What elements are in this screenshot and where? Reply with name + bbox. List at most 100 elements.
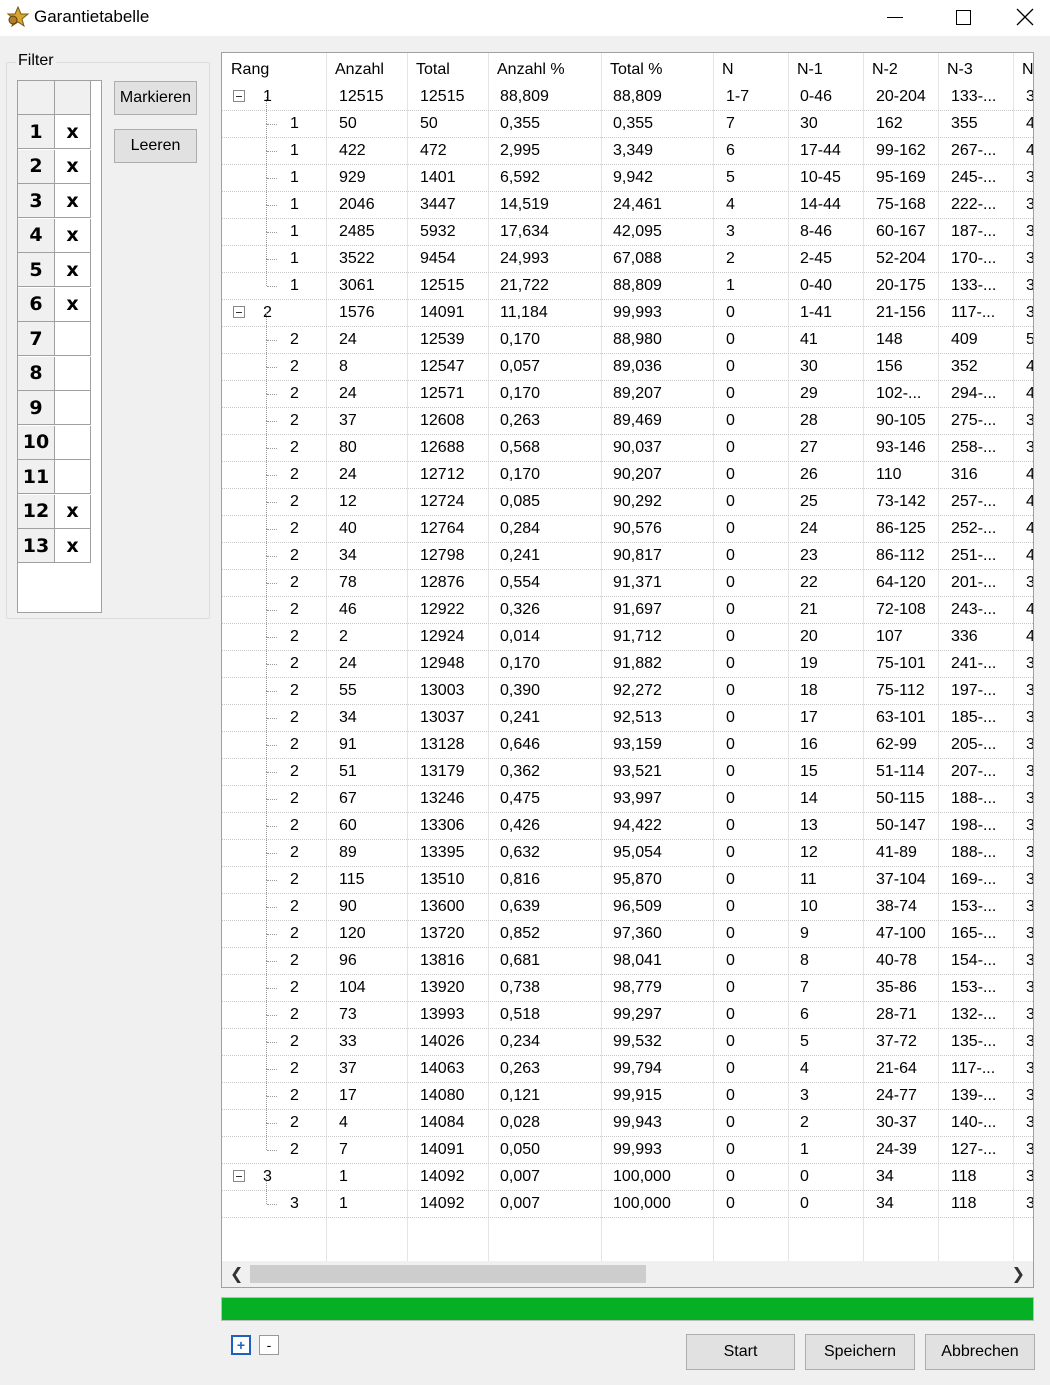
table-row[interactable]: 1 2485 5932 17,634 42,095 3 8-46 60-167 187-... 3 [222, 205, 1033, 246]
filter-mark[interactable] [55, 425, 91, 460]
clear-button[interactable]: Leeren [114, 129, 197, 163]
scroll-thumb[interactable] [250, 1265, 646, 1283]
results-table[interactable]: Rang Anzahl Total Anzahl % Total % N N-1… [221, 52, 1034, 1288]
filter-grid[interactable]: 1 x 2 x 3 x 4 x 5 x 6 x 7 8 9 10 11 12 x 13 x [17, 80, 102, 613]
table-row[interactable]: 2 37 12608 0,263 89,469 0 28 90-105 275-... 3 [222, 394, 1033, 435]
filter-mark[interactable]: x [55, 494, 91, 529]
start-button[interactable]: Start [686, 1334, 795, 1370]
filter-number[interactable]: 1 [18, 115, 55, 149]
scroll-right-icon[interactable]: ❯ [1012, 1264, 1025, 1284]
table-row[interactable]: 2 96 13816 0,681 98,041 0 8 40-78 154-... 3 [222, 934, 1033, 975]
table-row[interactable]: 2 73 13993 0,518 99,297 0 6 28-71 132-... 3 [222, 988, 1033, 1029]
table-row[interactable]: 2 37 14063 0,263 99,794 0 4 21-64 117-... 3 [222, 1042, 1033, 1083]
table-row[interactable]: 2 60 13306 0,426 94,422 0 13 50-147 198-... 3 [222, 799, 1033, 840]
filter-row[interactable]: 4x [18, 218, 91, 253]
table-row[interactable]: 2 46 12922 0,326 91,697 0 21 72-108 243-... 4 [222, 583, 1033, 624]
filter-number[interactable]: 13 [18, 529, 55, 563]
filter-mark[interactable]: x [55, 253, 91, 287]
filter-mark[interactable]: x [55, 529, 91, 563]
filter-row[interactable]: 3x [18, 184, 91, 218]
table-row[interactable]: 1 3061 12515 21,722 88,809 1 0-40 20-175 133-...… [222, 259, 1033, 300]
filter-mark[interactable]: x [55, 184, 91, 218]
table-row[interactable]: 2 91 13128 0,646 93,159 0 16 62-99 205-... 3 [222, 718, 1033, 759]
filter-number[interactable]: 7 [18, 322, 55, 356]
table-row[interactable]: 2 89 13395 0,632 95,054 0 12 41-89 188-... 3 [222, 826, 1033, 867]
horizontal-scrollbar[interactable]: ❮ ❯ [222, 1261, 1033, 1287]
collapse-icon[interactable] [233, 90, 245, 102]
table-row[interactable]: 2 40 12764 0,284 90,576 0 24 86-125 252-... 4 [222, 502, 1033, 543]
table-row[interactable]: 2 67 13246 0,475 93,997 0 14 50-115 188-... 3 [222, 772, 1033, 813]
column-header-n-3[interactable]: N-3 [947, 61, 973, 79]
filter-number[interactable]: 3 [18, 184, 55, 218]
filter-row[interactable]: 8 [18, 356, 91, 391]
filter-mark[interactable] [55, 322, 91, 356]
filter-number[interactable]: 6 [18, 287, 55, 322]
filter-number[interactable]: 5 [18, 253, 55, 287]
mark-button[interactable]: Markieren [114, 81, 197, 115]
table-row[interactable]: 1 3522 9454 24,993 67,088 2 2-45 52-204 170-... 3 [222, 232, 1033, 273]
table-row[interactable]: 1 929 1401 6,592 9,942 5 10-45 95-169 245-... 3 [222, 151, 1033, 192]
table-row[interactable]: 2 115 13510 0,816 95,870 0 11 37-104 169-... 3 [222, 853, 1033, 894]
table-row[interactable]: 2 34 12798 0,241 90,817 0 23 86-112 251-... 4 [222, 529, 1033, 570]
filter-number[interactable]: 9 [18, 391, 55, 425]
cancel-button[interactable]: Abbrechen [925, 1334, 1035, 1370]
column-header-total[interactable]: Total [416, 61, 450, 79]
table-row[interactable]: 3 1 14092 0,007 100,000 0 0 34 118 3 [222, 1177, 1033, 1218]
save-button[interactable]: Speichern [805, 1334, 915, 1370]
table-row[interactable]: 2 55 13003 0,390 92,272 0 18 75-112 197-... 3 [222, 664, 1033, 705]
maximize-button[interactable] [930, 0, 996, 34]
table-row[interactable]: 2 51 13179 0,362 93,521 0 15 51-114 207-... 3 [222, 745, 1033, 786]
table-row[interactable]: 1 2046 3447 14,519 24,461 4 14-44 75-168 222-...… [222, 178, 1033, 219]
table-group-row[interactable]: 2 1576 14091 11,184 99,993 0 1-41 21-156 117-...… [222, 300, 1033, 327]
filter-mark[interactable]: x [55, 149, 91, 184]
table-row[interactable]: 2 12 12724 0,085 90,292 0 25 73-142 257-... 4 [222, 475, 1033, 516]
collapse-all-button[interactable]: - [259, 1335, 279, 1355]
table-row[interactable]: 2 24 12712 0,170 90,207 0 26 110 316 4 [222, 448, 1033, 489]
table-row[interactable]: 1 50 50 0,355 0,355 7 30 162 355 4 [222, 97, 1033, 138]
filter-number[interactable]: 10 [18, 425, 55, 460]
table-row[interactable]: 2 33 14026 0,234 99,532 0 5 37-72 135-... 3 [222, 1015, 1033, 1056]
filter-mark[interactable] [55, 356, 91, 391]
filter-row[interactable]: 9 [18, 391, 91, 425]
column-header-n-4[interactable]: N [1022, 61, 1033, 79]
column-header-anzahl-pct[interactable]: Anzahl % [497, 61, 565, 79]
table-row[interactable]: 2 78 12876 0,554 91,371 0 22 64-120 201-... 3 [222, 556, 1033, 597]
column-header-n-2[interactable]: N-2 [872, 61, 898, 79]
filter-number[interactable]: 11 [18, 460, 55, 494]
filter-number[interactable]: 12 [18, 494, 55, 529]
table-row[interactable]: 2 80 12688 0,568 90,037 0 27 93-146 258-... 3 [222, 421, 1033, 462]
filter-row[interactable]: 13 x [18, 529, 91, 563]
table-row[interactable]: 2 104 13920 0,738 98,779 0 7 35-86 153-... 3 [222, 961, 1033, 1002]
column-header-anzahl[interactable]: Anzahl [335, 61, 384, 79]
filter-mark[interactable]: x [55, 218, 91, 253]
filter-mark[interactable] [55, 391, 91, 425]
filter-number[interactable]: 2 [18, 149, 55, 184]
table-row[interactable]: 2 17 14080 0,121 99,915 0 3 24-77 139-... 3 [222, 1069, 1033, 1110]
table-row[interactable]: 2 120 13720 0,852 97,360 0 9 47-100 165-... 3 [222, 907, 1033, 948]
close-button[interactable] [1000, 0, 1050, 34]
filter-row[interactable]: 1x [18, 115, 91, 149]
filter-number[interactable]: 4 [18, 218, 55, 253]
filter-number[interactable]: 8 [18, 356, 55, 391]
minimize-button[interactable] [862, 0, 928, 34]
expand-all-button[interactable]: + [231, 1335, 251, 1355]
filter-mark[interactable]: x [55, 287, 91, 322]
table-row[interactable]: 2 2 12924 0,014 91,712 0 20 107 336 4 [222, 610, 1033, 651]
filter-row[interactable]: 6x [18, 287, 91, 322]
table-row[interactable]: 1 422 472 2,995 3,349 6 17-44 99-162 267-... 4 [222, 124, 1033, 165]
table-row[interactable]: 2 34 13037 0,241 92,513 0 17 63-101 185-... 3 [222, 691, 1033, 732]
column-header-n[interactable]: N [722, 61, 734, 79]
collapse-icon[interactable] [233, 306, 245, 318]
filter-row[interactable]: 7 [18, 322, 91, 356]
column-header-rang[interactable]: Rang [231, 61, 269, 79]
table-row[interactable]: 2 7 14091 0,050 99,993 0 1 24-39 127-... 3 [222, 1123, 1033, 1164]
table-row[interactable]: 2 24 12539 0,170 88,980 0 41 148 409 5 [222, 313, 1033, 354]
table-row[interactable]: 2 24 12571 0,170 89,207 0 29 102-... 294-... 4 [222, 367, 1033, 408]
table-row[interactable]: 2 24 12948 0,170 91,882 0 19 75-101 241-... 3 [222, 637, 1033, 678]
column-header-n-1[interactable]: N-1 [797, 61, 823, 79]
filter-mark[interactable] [55, 460, 91, 494]
collapse-icon[interactable] [233, 1170, 245, 1182]
table-row[interactable]: 2 8 12547 0,057 89,036 0 30 156 352 4 [222, 340, 1033, 381]
filter-mark[interactable]: x [55, 115, 91, 149]
filter-row[interactable]: 11 [18, 460, 91, 494]
